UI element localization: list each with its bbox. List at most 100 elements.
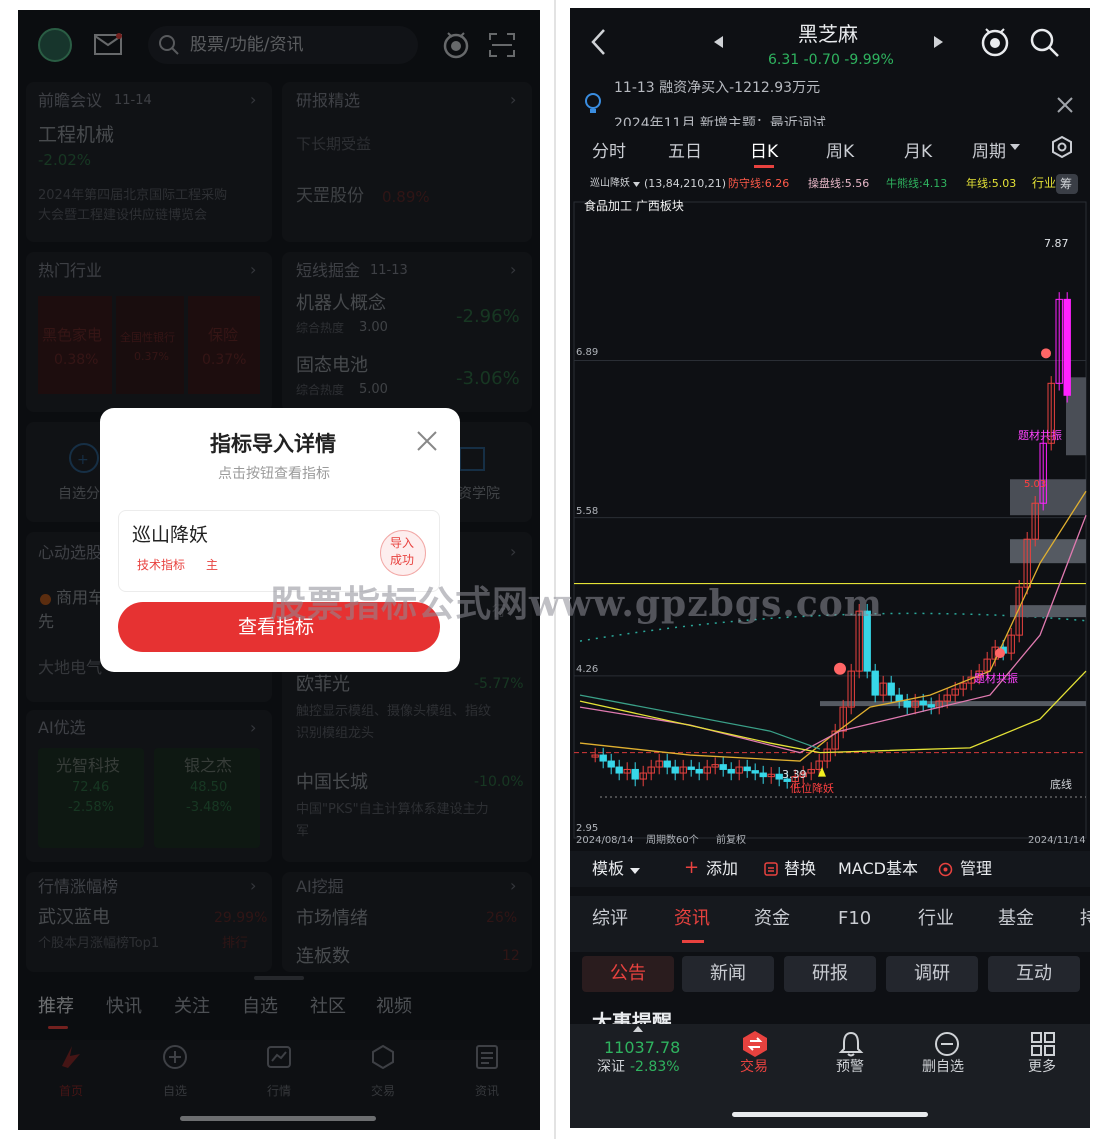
signal-label: 题材共振 [974,672,1018,685]
robot-icon[interactable] [980,26,1010,58]
chevron-down-icon [633,182,640,187]
candle-body [687,766,695,770]
ma-line [579,694,821,750]
axis-label: 4.26 [576,664,599,675]
macd-button[interactable]: MACD基本 [838,859,918,878]
modal-title: 指标导入详情 [210,432,336,456]
tab-holdings[interactable]: 持 [1080,908,1090,930]
trade-icon[interactable] [742,1030,768,1058]
grid-icon[interactable] [1030,1030,1056,1058]
bulb-icon [585,93,601,113]
minus-circle-icon[interactable] [934,1030,960,1058]
replace-button[interactable]: 替换 [784,859,816,878]
chevron-down-icon [1010,144,1020,150]
index-value[interactable]: 11037.78 [604,1038,680,1057]
indicator-tag: 技术指标 [137,558,186,572]
settings-icon[interactable] [1050,135,1074,159]
signal-label: 题材共振 [1018,429,1062,442]
indicator-name[interactable]: 巡山降妖 [590,178,630,190]
add-button[interactable]: 添加 [706,859,738,878]
tab-industry[interactable]: 行业 [918,908,954,930]
pill-survey[interactable]: 调研 [886,956,978,992]
notice-text-clip: 11-13 融资净买入-1212.93万元 2024年11月 新增主题：最近词试 [610,80,1050,126]
sector-label: 食品加工 广西板块 [584,199,684,213]
candle-body [751,770,759,774]
candle-body [871,670,879,696]
tab-monthly-k[interactable]: 月K [904,137,932,162]
candle-body [1063,298,1071,396]
stamp-text: 导入 [390,536,415,550]
indicator-tag: 主 [206,558,219,572]
period-count: 周期数60个 [646,835,699,846]
signal-marker [1041,348,1051,359]
candle-body [607,760,615,768]
tab-news[interactable]: 资讯 [674,908,710,930]
close-icon[interactable] [416,430,438,452]
kline-chart[interactable] [570,198,1090,848]
bell-icon[interactable] [838,1030,864,1058]
nav-remove-watch[interactable]: 删自选 [922,1059,964,1076]
tab-daily-k[interactable]: 日K [750,137,778,162]
right-screenshot: 黑芝麻 6.31 -0.70 -9.99% 11-13 融资净买入-1212.9… [570,8,1090,1128]
pill-research[interactable]: 研报 [784,956,876,992]
template-button[interactable]: 模板 [592,859,624,878]
notice-text: 2024年11月 新增主题：最近词试 [614,116,826,126]
stock-quote: 6.31 -0.70 -9.99% [768,52,894,68]
defense-line: 防守线:6.26 [728,177,790,190]
index-change: -2.83% [630,1059,680,1075]
candle-body [903,700,911,708]
date-start: 2024/08/14 [576,835,634,846]
manage-button[interactable]: 管理 [960,859,992,878]
tab-funds[interactable]: 资金 [754,908,790,930]
date-end: 2024/11/14 [1028,835,1086,846]
axis-label: 5.58 [576,506,599,517]
candle-body [727,768,735,774]
high-label: 7.87 [1044,237,1069,250]
next-stock-icon[interactable] [934,36,944,48]
nav-alert[interactable]: 预警 [836,1059,864,1076]
panel-divider [554,0,556,1139]
tab-five-day[interactable]: 五日 [668,137,702,162]
adjust-mode: 前复权 [716,835,746,846]
plus-icon: + [684,857,700,878]
tab-weekly-k[interactable]: 周K [826,137,854,162]
candle-body [927,704,935,708]
signal-marker [995,648,1005,659]
indicator-name: 巡山降妖 [132,524,209,546]
index-name: 深证 [597,1059,625,1075]
bull-bear-line: 牛熊线:4.13 [886,177,948,190]
tab-fund[interactable]: 基金 [998,908,1034,930]
notice-text: 11-13 融资净买入-1212.93万元 [614,80,821,96]
tab-period[interactable]: 周期 [972,137,1006,162]
pill-news[interactable]: 新闻 [682,956,774,992]
section-clip: 大事提醒 [570,1002,1090,1024]
candle-body [887,682,895,696]
modal-subtitle: 点击按钮查看指标 [218,466,330,482]
candle-body [663,760,671,768]
manage-icon [938,862,953,877]
back-icon[interactable] [590,28,608,56]
tab-intraday[interactable]: 分时 [592,137,626,162]
pill-interaction[interactable]: 互动 [988,956,1080,992]
chevron-down-icon [630,868,640,874]
axis-label: 2.95 [576,823,599,834]
tab-overview[interactable]: 综评 [592,908,628,930]
prev-stock-icon[interactable] [714,36,724,48]
bottom-line-label: 底线 [1050,778,1072,791]
year-line-label: 5.03 [1024,479,1047,490]
nav-more[interactable]: 更多 [1028,1059,1056,1076]
candle-body [631,768,639,780]
pill-announcement[interactable]: 公告 [582,956,674,992]
tab-underline [754,165,774,168]
year-line: 年线:5.03 [966,177,1017,190]
chart-toolbar [570,851,1090,887]
nav-trade[interactable]: 交易 [740,1059,768,1076]
search-icon[interactable] [1030,28,1060,58]
candle-body [919,700,927,706]
candle-body [671,766,679,774]
close-icon[interactable] [1056,96,1074,114]
industry-label: 行业 [1032,176,1057,190]
section-title: 大事提醒 [592,1010,672,1024]
tab-f10[interactable]: F10 [838,908,871,930]
candle-body [759,772,767,778]
